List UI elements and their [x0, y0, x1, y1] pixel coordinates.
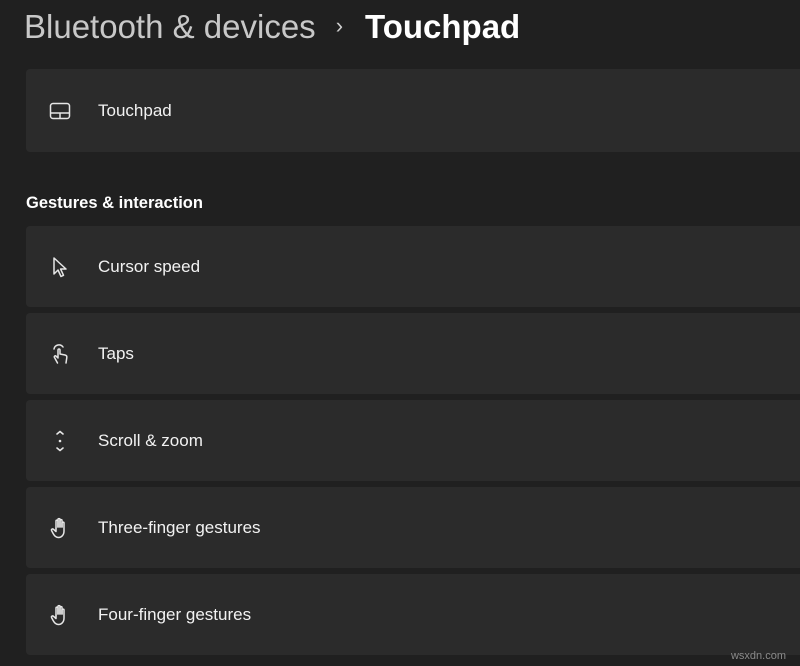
breadcrumb: Bluetooth & devices › Touchpad: [24, 4, 520, 50]
scroll-zoom-row[interactable]: Scroll & zoom: [26, 400, 800, 481]
taps-label: Taps: [98, 343, 134, 363]
touchpad-card-label: Touchpad: [98, 100, 172, 120]
chevron-right-icon: ›: [335, 13, 344, 38]
taps-row[interactable]: Taps: [26, 313, 800, 394]
breadcrumb-parent-link[interactable]: Bluetooth & devices: [24, 8, 316, 46]
watermark-text: wsxdn.com: [730, 650, 786, 662]
scroll-icon: [46, 427, 74, 455]
hand-icon: [46, 601, 74, 629]
touchpad-card[interactable]: Touchpad: [26, 69, 800, 152]
three-finger-gestures-row[interactable]: Three-finger gestures: [26, 487, 800, 568]
tap-icon: [46, 340, 74, 368]
four-finger-gestures-row[interactable]: Four-finger gestures: [26, 574, 800, 655]
cursor-speed-label: Cursor speed: [98, 256, 201, 276]
scroll-zoom-label: Scroll & zoom: [98, 430, 203, 450]
cursor-icon: [46, 253, 74, 281]
cursor-speed-row[interactable]: Cursor speed: [26, 226, 800, 307]
touchpad-icon: [46, 97, 74, 125]
section-header-gestures: Gestures & interaction: [26, 194, 203, 212]
four-finger-gestures-label: Four-finger gestures: [98, 604, 252, 624]
hand-icon: [46, 514, 74, 542]
three-finger-gestures-label: Three-finger gestures: [98, 517, 261, 537]
page-title: Touchpad: [365, 8, 521, 45]
